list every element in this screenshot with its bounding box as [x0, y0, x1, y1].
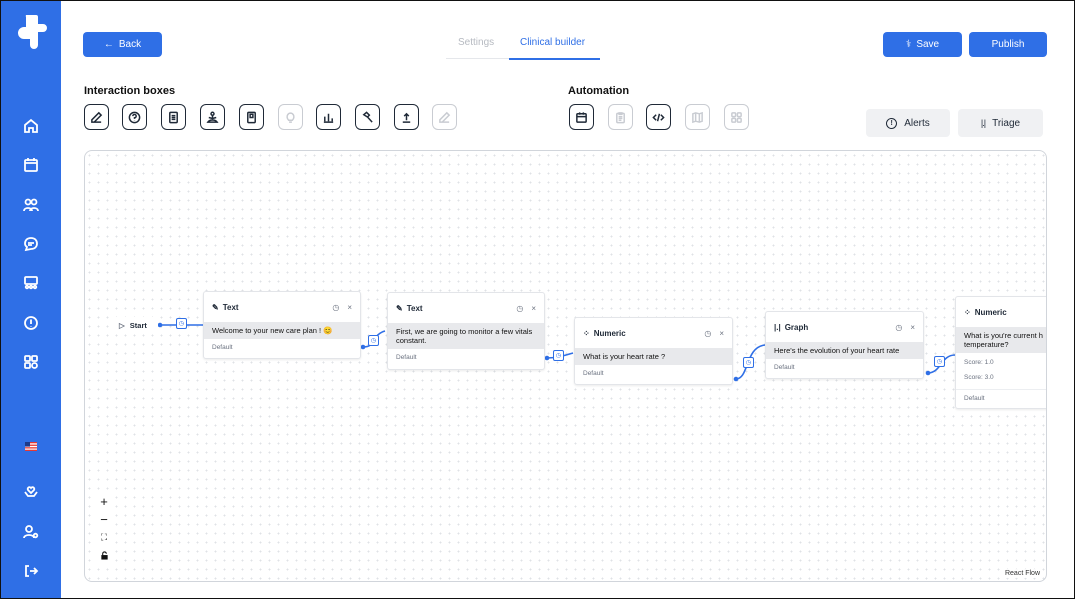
flow-node-numeric-2[interactable]: ⁘ Numeric What is you're current h tempe…: [955, 296, 1046, 409]
main-area: ← Back Settings Clinical builder ⚕ Save …: [61, 1, 1074, 598]
arrow-left-icon: ←: [103, 39, 114, 50]
us-flag-icon[interactable]: [19, 434, 43, 458]
grid-icon: ⁘: [583, 328, 590, 338]
tool-meditation-icon[interactable]: [200, 104, 225, 130]
tool-edit-disabled-icon[interactable]: [432, 104, 457, 130]
close-icon[interactable]: ×: [347, 303, 352, 312]
user-settings-icon[interactable]: [19, 520, 43, 544]
node-type: Text: [406, 303, 423, 313]
start-label: Start: [129, 320, 147, 330]
tool-clipboard-icon[interactable]: [608, 104, 633, 130]
triage-button[interactable]: |.| Triage: [958, 109, 1043, 137]
node-type: Text: [222, 302, 239, 312]
zoom-out-button[interactable]: −: [95, 511, 113, 527]
node-text: What is you're current h temperature?: [956, 327, 1046, 353]
back-button[interactable]: ← Back: [83, 32, 162, 57]
alert-circle-icon: !: [886, 117, 898, 129]
interaction-boxes-title: Interaction boxes: [84, 85, 176, 97]
close-icon[interactable]: ×: [719, 329, 724, 338]
node-footer: Default: [396, 354, 417, 361]
node-footer: Default: [774, 364, 795, 371]
users-icon[interactable]: [19, 193, 43, 217]
node-text: Welcome to your new care plan ! 😊: [204, 322, 360, 339]
node-type: Numeric: [974, 307, 1007, 317]
clock-icon[interactable]: ◷: [176, 318, 187, 329]
care-hands-icon[interactable]: [19, 480, 43, 504]
chat-icon[interactable]: [19, 232, 43, 256]
clock-icon[interactable]: ◷: [743, 357, 754, 368]
start-node[interactable]: ▷ Start: [113, 317, 158, 333]
edit-icon: ✎: [396, 303, 403, 313]
calendar-icon[interactable]: [19, 153, 43, 177]
grid-icon: ⁘: [964, 307, 971, 317]
team-screen-icon[interactable]: [19, 271, 43, 295]
tool-lightbulb-icon[interactable]: [278, 104, 303, 130]
close-icon[interactable]: ×: [910, 323, 915, 332]
tab-underline-inactive: [446, 58, 509, 59]
automation-title: Automation: [568, 85, 630, 97]
node-type: Graph: [784, 322, 809, 332]
home-icon[interactable]: [19, 114, 43, 138]
tool-booklet-icon[interactable]: [239, 104, 264, 130]
node-score: Score: 1.0: [964, 359, 994, 366]
flow-node-graph[interactable]: |.| Graph ◷ × Here's the evolution of yo…: [765, 311, 924, 379]
edit-icon: ✎: [212, 302, 219, 312]
alerts-label: Alerts: [904, 117, 930, 129]
flow-node-text-2[interactable]: ✎ Text ◷ × First, we are going to monito…: [387, 292, 545, 370]
tab-clinical-builder[interactable]: Clinical builder: [520, 37, 585, 48]
react-flow-attribution[interactable]: React Flow: [1002, 569, 1042, 578]
node-type: Numeric: [593, 328, 626, 338]
tool-document-icon[interactable]: [161, 104, 186, 130]
tool-calendar-icon[interactable]: [569, 104, 594, 130]
alerts-button[interactable]: ! Alerts: [866, 109, 950, 137]
clock-icon[interactable]: ◷: [704, 329, 711, 338]
tab-settings[interactable]: Settings: [458, 37, 494, 48]
bar-chart-icon: |.|: [774, 322, 781, 332]
triage-label: Triage: [992, 117, 1021, 129]
sidebar: [1, 1, 61, 598]
tool-hammer-icon[interactable]: [355, 104, 380, 130]
node-text: What is your heart rate ?: [575, 348, 732, 365]
flow-node-text-1[interactable]: ✎ Text ◷ × Welcome to your new care plan…: [203, 291, 361, 359]
clock-icon[interactable]: ◷: [553, 350, 564, 361]
tool-map-icon[interactable]: [685, 104, 710, 130]
save-button[interactable]: ⚕ Save: [883, 32, 962, 57]
tool-bar-chart-icon[interactable]: [316, 104, 341, 130]
bar-chart-icon: |.|: [980, 118, 986, 128]
back-label: Back: [118, 39, 142, 50]
lock-icon[interactable]: [95, 547, 113, 563]
node-footer: Default: [583, 370, 604, 377]
flow-canvas[interactable]: ▷ Start ◷ ✎ Text ◷ × Welcome to your new…: [84, 150, 1047, 582]
node-text: First, we are going to monitor a few vit…: [388, 323, 544, 349]
close-icon[interactable]: ×: [531, 304, 536, 313]
tool-question-icon[interactable]: [122, 104, 147, 130]
flow-node-numeric-1[interactable]: ⁘ Numeric ◷ × What is your heart rate ? …: [574, 317, 733, 385]
tool-code-icon[interactable]: [646, 104, 671, 130]
clock-icon[interactable]: ◷: [934, 356, 945, 367]
zoom-in-button[interactable]: +: [95, 493, 113, 509]
node-footer: Default: [212, 344, 233, 351]
clock-icon[interactable]: ◷: [332, 303, 339, 312]
tool-text-edit-icon[interactable]: [84, 104, 109, 130]
node-footer: Default: [956, 389, 1046, 407]
clock-icon[interactable]: ◷: [895, 323, 902, 332]
node-score: Score: 3.0: [964, 374, 994, 381]
clock-icon[interactable]: ◷: [516, 304, 523, 313]
tool-grid-icon[interactable]: [724, 104, 749, 130]
alert-circle-icon[interactable]: [19, 311, 43, 335]
play-icon: ▷: [119, 320, 125, 330]
app-logo[interactable]: [15, 13, 47, 49]
stethoscope-icon: ⚕: [905, 39, 912, 50]
tool-upload-icon[interactable]: [394, 104, 419, 130]
save-label: Save: [916, 39, 940, 50]
fit-view-icon[interactable]: ⛶: [95, 529, 113, 545]
node-text: Here's the evolution of your heart rate: [766, 342, 923, 359]
apps-icon[interactable]: [19, 350, 43, 374]
tab-underline-active: [509, 58, 600, 60]
publish-button[interactable]: Publish: [969, 32, 1047, 57]
logout-icon[interactable]: [19, 559, 43, 583]
clock-icon[interactable]: ◷: [368, 335, 379, 346]
